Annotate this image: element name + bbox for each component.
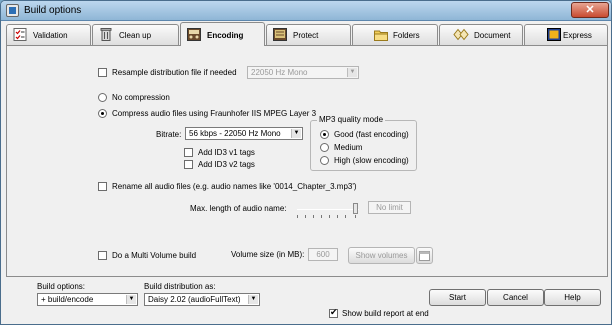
multi-volume-label: Do a Multi Volume build — [112, 251, 197, 260]
tab-protect-label: Protect — [293, 31, 319, 40]
encoding-icon — [187, 28, 201, 41]
protect-icon — [273, 28, 287, 41]
trash-icon — [100, 28, 112, 41]
build-options-value: + build/encode — [41, 295, 94, 304]
tab-encoding-label: Encoding — [207, 31, 244, 40]
max-length-value[interactable]: No limit — [368, 201, 411, 214]
footer: Build options: + build/encode ▼ Build di… — [6, 281, 608, 323]
quality-medium-radio[interactable] — [320, 143, 329, 152]
resample-checkbox[interactable] — [98, 68, 107, 77]
build-dist-select[interactable]: Daisy 2.02 (audioFullText) ▼ — [144, 293, 260, 306]
build-dist-label: Build distribution as: — [144, 282, 216, 291]
no-compression-label: No compression — [112, 93, 170, 102]
chevron-down-icon: ▼ — [291, 129, 301, 138]
resample-label: Resample distribution file if needed — [112, 68, 237, 77]
build-options-window: Build options ✕ Validation Clean up Enco… — [0, 0, 612, 325]
rename-audio-label: Rename all audio files (e.g. audio names… — [112, 182, 357, 191]
tab-validation[interactable]: Validation — [6, 24, 91, 45]
close-button[interactable]: ✕ — [571, 2, 609, 18]
volume-size-label: Volume size (in MB): — [231, 250, 305, 259]
tab-protect[interactable]: Protect — [266, 24, 351, 45]
quality-good-label: Good (fast encoding) — [334, 130, 409, 139]
cancel-button[interactable]: Cancel — [487, 289, 544, 306]
bitrate-select[interactable]: 56 kbps - 22050 Hz Mono ▼ — [185, 127, 303, 140]
slider-tick — [329, 215, 330, 218]
volume-size-input[interactable]: 600 — [308, 248, 338, 261]
chevron-down-icon: ▼ — [347, 68, 357, 77]
rename-audio-checkbox[interactable] — [98, 182, 107, 191]
no-compression-radio[interactable] — [98, 93, 107, 102]
slider-tick — [337, 215, 338, 218]
bitrate-label: Bitrate: — [156, 130, 182, 139]
id3v2-label: Add ID3 v2 tags — [198, 160, 255, 169]
tab-folders-label: Folders — [393, 31, 420, 40]
document-icon — [453, 28, 469, 41]
compress-mp3-label: Compress audio files using Fraunhofer II… — [112, 109, 317, 118]
build-options-select[interactable]: + build/encode ▼ — [37, 293, 138, 306]
quality-high-label: High (slow encoding) — [334, 156, 409, 165]
slider-tick — [297, 215, 298, 218]
show-volumes-button[interactable]: Show volumes — [348, 247, 415, 264]
tab-folders[interactable]: Folders — [352, 24, 438, 45]
id3v1-label: Add ID3 v1 tags — [198, 148, 255, 157]
tab-clean-up[interactable]: Clean up — [92, 24, 179, 45]
app-icon — [6, 4, 19, 17]
resample-rate-select[interactable]: 22050 Hz Mono ▼ — [247, 66, 359, 79]
start-button[interactable]: Start — [429, 289, 486, 306]
slider-tick — [345, 215, 346, 218]
checklist-icon — [13, 28, 27, 41]
volumes-settings-button[interactable] — [416, 247, 433, 264]
quality-good-radio[interactable] — [320, 130, 329, 139]
quality-high-radio[interactable] — [320, 156, 329, 165]
show-report-label: Show build report at end — [342, 309, 429, 318]
slider-tick — [321, 215, 322, 218]
mp3-quality-legend: MP3 quality mode — [317, 115, 386, 124]
bitrate-value: 56 kbps - 22050 Hz Mono — [189, 129, 281, 138]
show-report-checkbox[interactable] — [329, 307, 338, 318]
window-title: Build options — [24, 5, 82, 16]
mp3-quality-group: MP3 quality mode Good (fast encoding) Me… — [310, 115, 417, 171]
resample-rate-value: 22050 Hz Mono — [251, 68, 308, 77]
tab-encoding[interactable]: Encoding — [180, 22, 265, 46]
max-length-slider-thumb[interactable] — [353, 203, 358, 214]
build-options-label: Build options: — [37, 282, 86, 291]
slider-tick — [355, 215, 356, 218]
tab-clean-up-label: Clean up — [119, 31, 152, 40]
help-button[interactable]: Help — [544, 289, 601, 306]
window-icon — [419, 251, 430, 261]
tab-bar: Validation Clean up Encoding Protect Fol… — [6, 22, 608, 46]
tab-document[interactable]: Document — [439, 24, 523, 45]
folders-icon — [374, 30, 388, 41]
chevron-down-icon: ▼ — [126, 295, 136, 304]
tab-express[interactable]: Express — [524, 24, 608, 45]
id3v1-checkbox[interactable] — [184, 148, 193, 157]
title-bar[interactable]: Build options ✕ — [1, 1, 611, 21]
build-dist-value: Daisy 2.02 (audioFullText) — [148, 295, 241, 304]
express-icon — [547, 28, 561, 41]
slider-tick — [313, 215, 314, 218]
quality-medium-label: Medium — [334, 143, 363, 152]
encoding-panel: Resample distribution file if needed 220… — [6, 45, 608, 277]
tab-document-label: Document — [474, 31, 511, 40]
multi-volume-checkbox[interactable] — [98, 251, 107, 260]
slider-tick — [305, 215, 306, 218]
tab-validation-label: Validation — [33, 31, 68, 40]
max-length-slider-track[interactable] — [297, 209, 359, 210]
compress-mp3-radio[interactable] — [98, 109, 107, 118]
tab-express-label: Express — [563, 31, 592, 40]
max-length-label: Max. length of audio name: — [190, 204, 287, 213]
id3v2-checkbox[interactable] — [184, 160, 193, 169]
chevron-down-icon: ▼ — [248, 295, 258, 304]
